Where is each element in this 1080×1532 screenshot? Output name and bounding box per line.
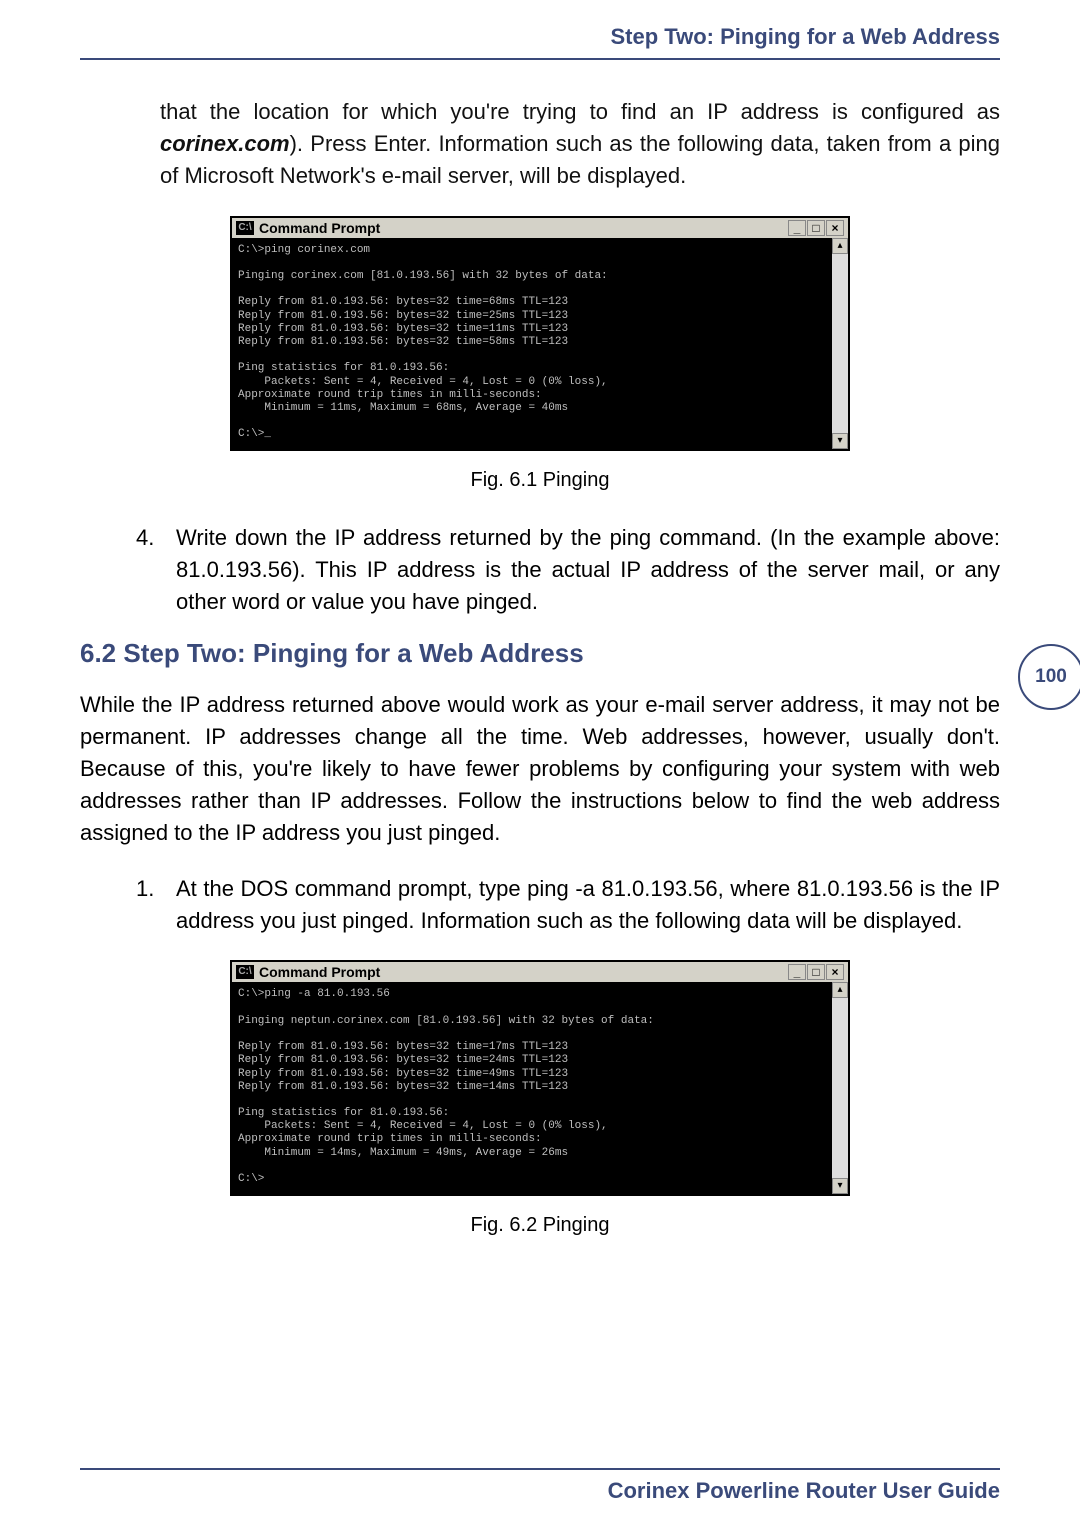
page-header-title: Step Two: Pinging for a Web Address xyxy=(80,24,1000,60)
list-item-4: 4. Write down the IP address returned by… xyxy=(136,522,1000,618)
minimize-button[interactable]: _ xyxy=(788,964,806,980)
maximize-button[interactable]: □ xyxy=(807,220,825,236)
cmd-icon: C:\ xyxy=(236,965,254,979)
cmd1-titlebar: C:\ Command Prompt _ □ × xyxy=(232,218,848,238)
cmd1-title-text: Command Prompt xyxy=(259,220,787,236)
intro-continuation: that the location for which you're tryin… xyxy=(160,96,1000,192)
scroll-up-button[interactable]: ▴ xyxy=(832,982,848,998)
minimize-button[interactable]: _ xyxy=(788,220,806,236)
list-item-1b: 1. At the DOS command prompt, type ping … xyxy=(136,873,1000,937)
scroll-down-button[interactable]: ▾ xyxy=(832,433,848,449)
footer-text: Corinex Powerline Router User Guide xyxy=(80,1468,1000,1504)
scroll-down-button[interactable]: ▾ xyxy=(832,1178,848,1194)
cmd1-output: C:\>ping corinex.com Pinging corinex.com… xyxy=(232,238,832,450)
list-body-4: Write down the IP address returned by th… xyxy=(176,522,1000,618)
scroll-up-button[interactable]: ▴ xyxy=(832,238,848,254)
cmd2-title-text: Command Prompt xyxy=(259,964,787,980)
intro-hostname: corinex.com xyxy=(160,131,290,156)
list-number-4: 4. xyxy=(136,522,176,618)
cmd2-scrollbar[interactable]: ▴ ▾ xyxy=(832,982,848,1194)
figure-2-caption: Fig. 6.2 Pinging xyxy=(80,1214,1000,1237)
cmd2-output: C:\>ping -a 81.0.193.56 Pinging neptun.c… xyxy=(232,982,832,1194)
list-number-1b: 1. xyxy=(136,873,176,937)
cmd-icon: C:\ xyxy=(236,221,254,235)
maximize-button[interactable]: □ xyxy=(807,964,825,980)
figure-1-caption: Fig. 6.1 Pinging xyxy=(80,469,1000,492)
intro-pre: that the location for which you're tryin… xyxy=(160,99,1000,124)
list-body-1b: At the DOS command prompt, type ping -a … xyxy=(176,873,1000,937)
command-prompt-window-2: C:\ Command Prompt _ □ × C:\>ping -a 81.… xyxy=(230,960,850,1196)
cmd1-scrollbar[interactable]: ▴ ▾ xyxy=(832,238,848,450)
section-6-2-paragraph: While the IP address returned above woul… xyxy=(80,689,1000,848)
command-prompt-window-1: C:\ Command Prompt _ □ × C:\>ping corine… xyxy=(230,216,850,452)
close-button[interactable]: × xyxy=(826,964,844,980)
page-number: 100 xyxy=(1018,644,1080,710)
section-6-2-heading: 6.2 Step Two: Pinging for a Web Address xyxy=(80,638,1000,669)
close-button[interactable]: × xyxy=(826,220,844,236)
cmd2-titlebar: C:\ Command Prompt _ □ × xyxy=(232,962,848,982)
